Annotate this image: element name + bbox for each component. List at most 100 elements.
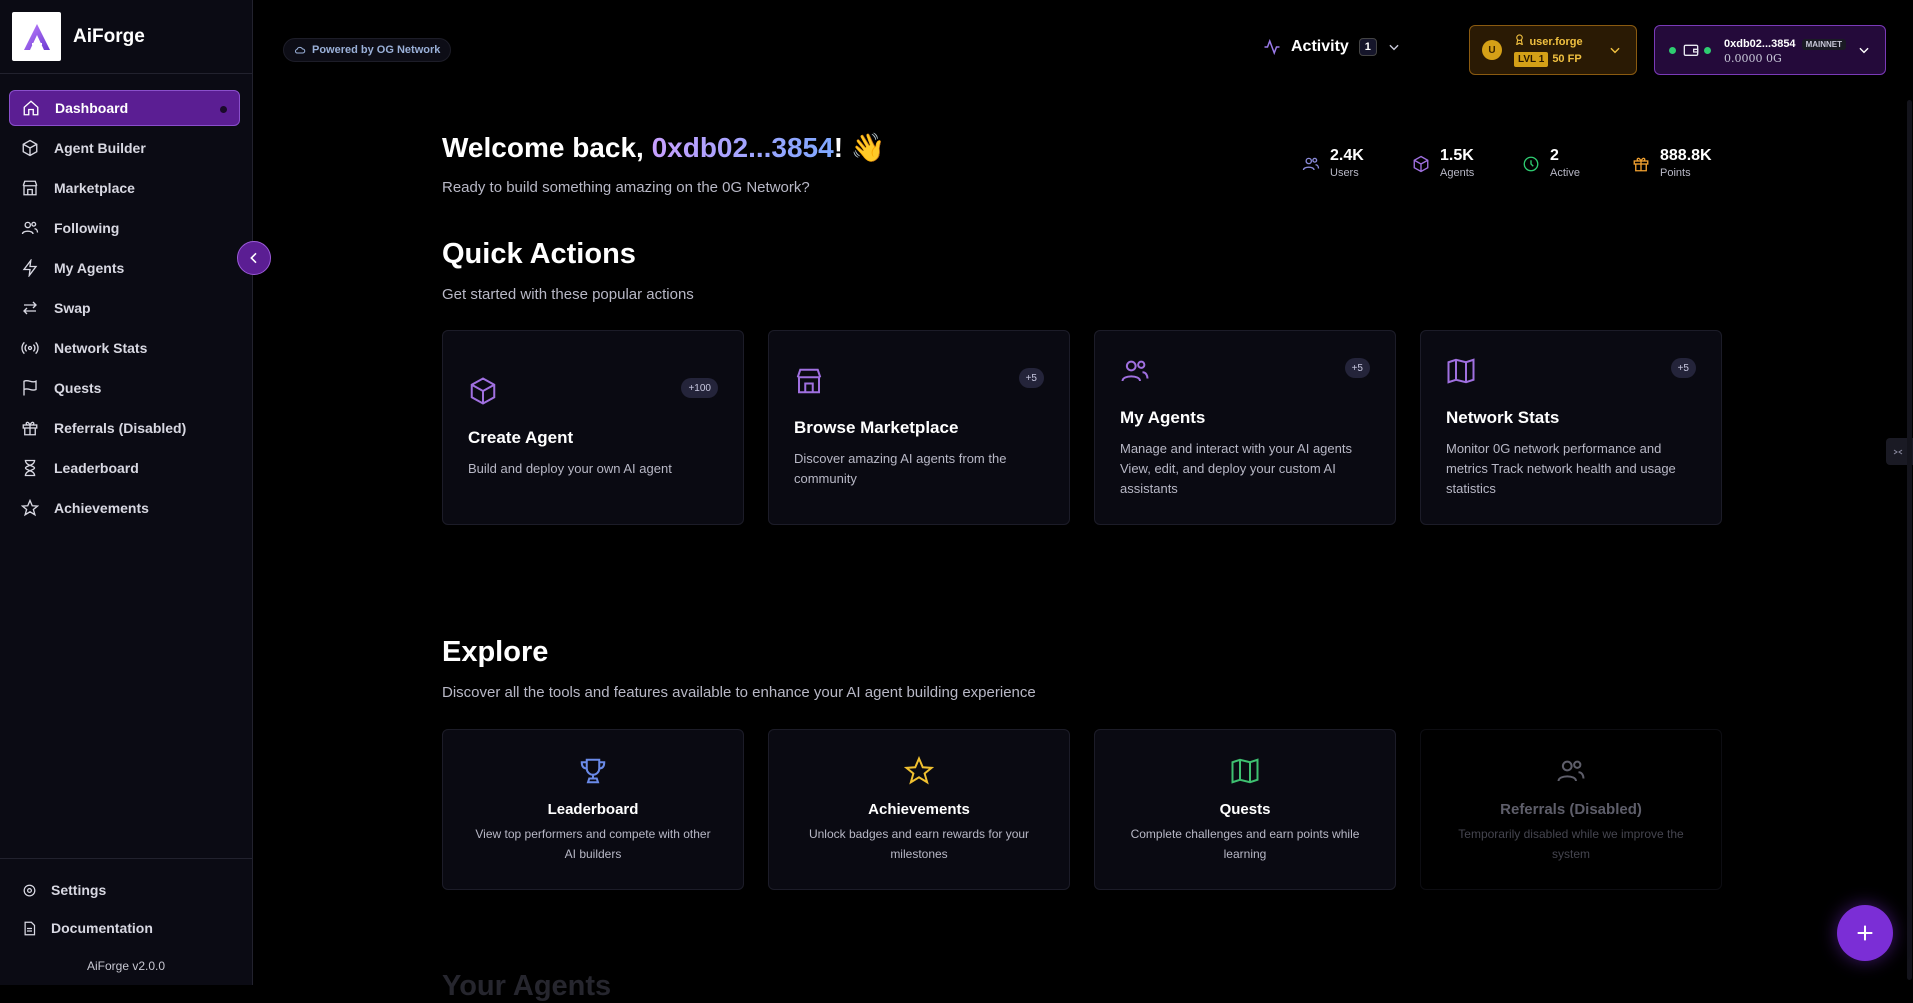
aiforge-logo xyxy=(12,12,61,61)
explore-card-quests[interactable]: Quests Complete challenges and earn poin… xyxy=(1094,729,1396,890)
gear-icon xyxy=(23,884,36,896)
stat-value: 2.4K xyxy=(1330,147,1364,164)
card-description: Unlock badges and earn rewards for your … xyxy=(808,827,1030,861)
stats-summary: 2.4K Users 1.5K Agents 2 Active 888.8K Point… xyxy=(1302,147,1742,179)
connection-status-dot xyxy=(1669,46,1676,54)
sidebar-item-network-stats[interactable]: Network Stats xyxy=(9,330,240,366)
header: Powered by OG Network Activity 1 U user.… xyxy=(253,0,1913,100)
quick-action-my-agents[interactable]: +5 My Agents Manage and interact with yo… xyxy=(1094,330,1396,525)
sidebar-item-label: Quests xyxy=(54,380,102,396)
wallet-info: 0xdb02...3854 MAINNET 0.0000 0G xyxy=(1724,34,1847,66)
flag-icon xyxy=(23,379,37,396)
users-icon xyxy=(1557,760,1585,782)
quick-action-browse-marketplace[interactable]: +5 Browse Marketplace Discover amazing A… xyxy=(768,330,1070,525)
sidebar-item-quests[interactable]: Quests xyxy=(9,370,240,406)
card-title: Leaderboard xyxy=(547,801,639,818)
award-icon xyxy=(1515,34,1524,46)
swap-icon xyxy=(23,301,37,315)
brand[interactable]: AiForge xyxy=(0,0,252,74)
stat-label: Active xyxy=(1550,167,1580,179)
sidebar-item-achievements[interactable]: Achievements xyxy=(9,490,240,526)
explore-card-leaderboard[interactable]: Leaderboard View top performers and comp… xyxy=(442,729,744,890)
sidebar-item-label: Marketplace xyxy=(54,180,135,196)
clock-icon xyxy=(1523,156,1539,172)
sidebar-item-label: Network Stats xyxy=(54,340,148,356)
lightning-icon xyxy=(22,259,38,277)
sidebar-item-settings[interactable]: Settings xyxy=(0,871,252,909)
star-icon xyxy=(21,499,39,517)
card-title: Achievements xyxy=(868,801,970,818)
activity-dropdown[interactable]: Activity 1 xyxy=(1263,38,1401,56)
explore-title: Explore xyxy=(442,636,549,668)
explore-subtitle: Discover all the tools and features avai… xyxy=(442,684,1036,701)
cube-icon xyxy=(1413,155,1429,173)
quick-action-create-agent[interactable]: +100 Create Agent Build and deploy your … xyxy=(442,330,744,525)
welcome-address: 0xdb02...3854 xyxy=(651,132,834,163)
next-section-title: Your Agents xyxy=(442,970,612,1002)
activity-count-badge: 1 xyxy=(1358,38,1377,56)
create-fab-button[interactable] xyxy=(1837,905,1893,961)
explore-card-achievements[interactable]: Achievements Unlock badges and earn rewa… xyxy=(768,729,1070,890)
sidebar-item-label: Dashboard xyxy=(55,100,129,116)
network-badge: MAINNET xyxy=(1801,39,1847,50)
chevron-down-icon xyxy=(1389,44,1399,51)
powered-by-badge: Powered by OG Network xyxy=(283,38,452,62)
star-icon xyxy=(903,755,935,785)
sidebar-item-referrals[interactable]: Referrals (Disabled) xyxy=(9,410,240,446)
card-description: View top performers and compete with oth… xyxy=(475,827,711,861)
card-title: Browse Marketplace xyxy=(794,418,959,437)
store-icon xyxy=(796,368,822,394)
sidebar-item-leaderboard[interactable]: Leaderboard xyxy=(9,450,240,486)
sidebar-item-documentation[interactable]: Documentation xyxy=(0,909,252,947)
stat-value: 888.8K xyxy=(1660,147,1712,164)
trophy-icon xyxy=(580,758,606,784)
stat-active: 2 Active xyxy=(1522,147,1632,179)
sidebar-item-dashboard[interactable]: Dashboard xyxy=(9,90,240,126)
sidebar-nav: Dashboard Agent Builder Marketplace Foll… xyxy=(0,74,252,526)
cloud-icon xyxy=(295,46,306,54)
wallet-balance: 0.0000 0G xyxy=(1724,52,1782,65)
sidebar-item-following[interactable]: Following xyxy=(9,210,240,246)
card-title: Network Stats xyxy=(1446,408,1560,427)
quick-actions-subtitle: Get started with these popular actions xyxy=(442,286,694,303)
document-icon xyxy=(24,921,36,935)
network-status-dot xyxy=(1704,46,1711,54)
sidebar-item-label: Referrals (Disabled) xyxy=(54,420,187,436)
card-description: Complete challenges and earn points whil… xyxy=(1130,827,1360,861)
stat-agents: 1.5K Agents xyxy=(1412,147,1522,179)
sidebar-item-marketplace[interactable]: Marketplace xyxy=(9,170,240,206)
avatar: U xyxy=(1482,40,1502,60)
user-profile-button[interactable]: U user.forge LVL 1 50 FP xyxy=(1469,25,1637,75)
stat-value: 1.5K xyxy=(1440,147,1474,164)
powered-by-text: Powered by OG Network xyxy=(312,44,441,56)
stat-points: 888.8K Points xyxy=(1632,147,1742,179)
sidebar-item-agent-builder[interactable]: Agent Builder xyxy=(9,130,240,166)
username: user.forge xyxy=(1529,36,1583,48)
collapse-sidebar-button[interactable] xyxy=(237,241,271,275)
level-badge: LVL 1 xyxy=(1514,52,1549,67)
points-badge: +100 xyxy=(681,378,718,398)
forge-points: 50 FP xyxy=(1552,53,1582,65)
map-icon xyxy=(1231,758,1259,784)
hourglass-icon xyxy=(24,459,36,477)
collapse-arrows-icon xyxy=(1893,449,1903,455)
sidebar-item-label: Agent Builder xyxy=(54,140,146,156)
card-description: Manage and interact with your AI agents … xyxy=(1120,441,1352,496)
scrollbar[interactable] xyxy=(1907,100,1912,980)
quick-actions-title: Quick Actions xyxy=(442,238,636,270)
users-icon xyxy=(1302,157,1320,171)
sidebar-item-label: Documentation xyxy=(51,920,153,936)
welcome-subtitle: Ready to build something amazing on the … xyxy=(442,179,810,196)
wallet-button[interactable]: 0xdb02...3854 MAINNET 0.0000 0G xyxy=(1654,25,1886,75)
explore-card-referrals: Referrals (Disabled) Temporarily disable… xyxy=(1420,729,1722,890)
activity-label: Activity xyxy=(1291,38,1349,55)
activity-icon xyxy=(1264,38,1280,56)
plus-icon xyxy=(1857,925,1873,941)
sidebar-item-label: My Agents xyxy=(54,260,125,276)
sidebar-item-swap[interactable]: Swap xyxy=(9,290,240,326)
wallet-icon xyxy=(1683,44,1699,56)
card-description: Build and deploy your own AI agent xyxy=(468,461,672,476)
sidebar-item-my-agents[interactable]: My Agents xyxy=(9,250,240,286)
quick-action-network-stats[interactable]: +5 Network Stats Monitor 0G network perf… xyxy=(1420,330,1722,525)
welcome-suffix: ! 👋 xyxy=(833,132,886,163)
